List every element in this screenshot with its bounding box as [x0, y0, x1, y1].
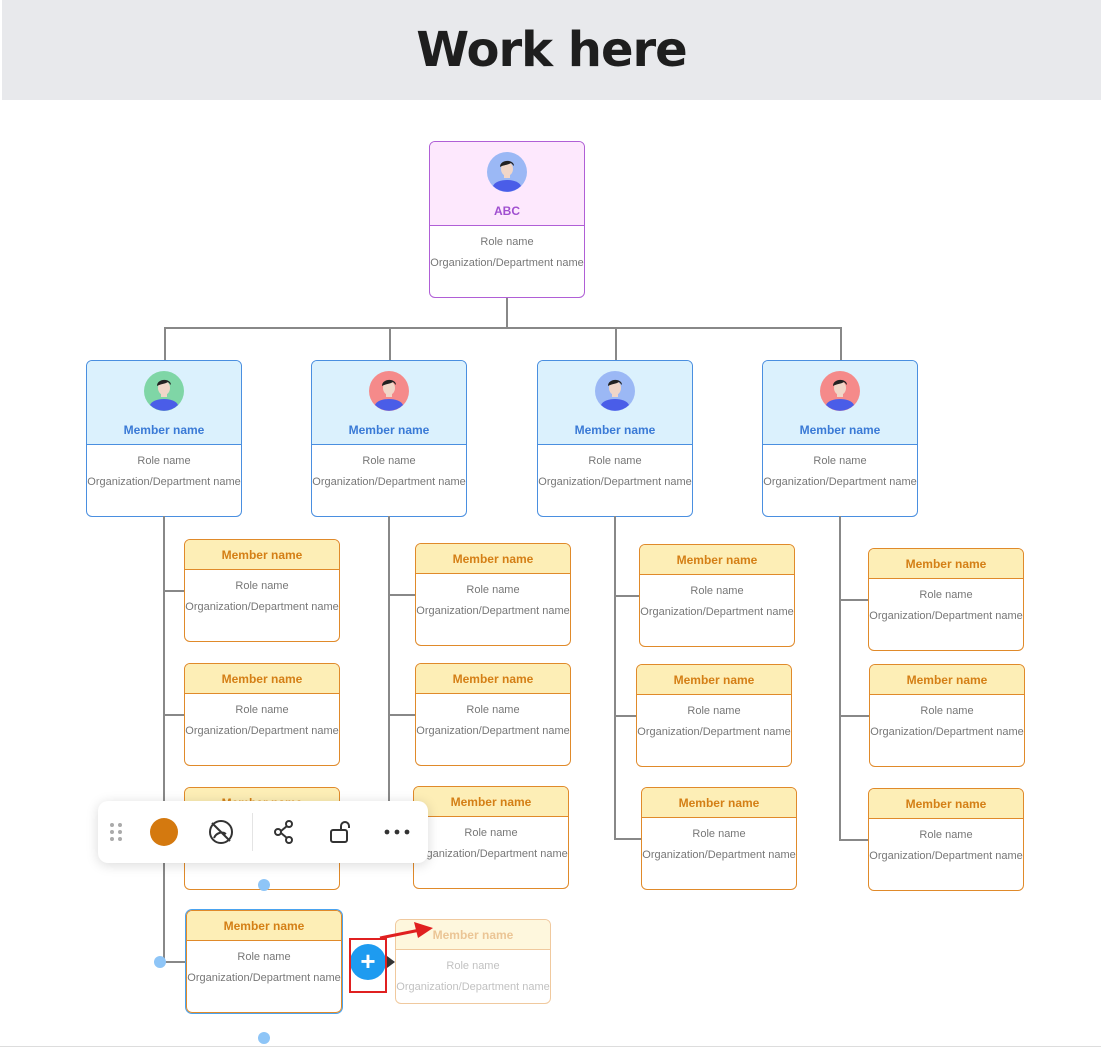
- annotation-arrow: [379, 922, 433, 940]
- bottom-border: [0, 1046, 1101, 1047]
